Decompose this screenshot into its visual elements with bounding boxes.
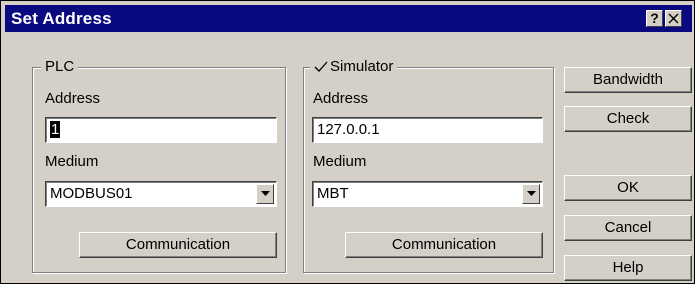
help-title-button[interactable]: ? <box>646 10 663 27</box>
simulator-address-input[interactable]: 127.0.0.1 <box>312 117 543 143</box>
plc-medium-dropdown-button[interactable] <box>256 184 274 204</box>
plc-address-value: 1 <box>50 121 61 138</box>
simulator-group-legend[interactable]: Simulator <box>310 58 398 76</box>
check-icon <box>314 61 328 72</box>
bandwidth-button[interactable]: Bandwidth <box>564 67 692 93</box>
simulator-medium-dropdown-button[interactable] <box>522 184 540 204</box>
chevron-down-icon <box>261 191 270 196</box>
window-title: Set Address <box>11 9 112 28</box>
plc-medium-value: MODBUS01 <box>50 185 133 202</box>
plc-address-label: Address <box>45 90 101 107</box>
cancel-button[interactable]: Cancel <box>564 215 692 241</box>
simulator-communication-button[interactable]: Communication <box>345 232 543 258</box>
close-icon <box>668 13 679 24</box>
simulator-medium-select[interactable]: MBT <box>312 181 543 207</box>
chevron-down-icon <box>527 191 536 196</box>
title-bar[interactable]: Set Address ? <box>5 5 692 32</box>
help-button[interactable]: Help <box>564 255 692 281</box>
plc-address-input[interactable]: 1 <box>45 117 277 143</box>
plc-group-legend: PLC <box>41 58 79 76</box>
close-button[interactable] <box>665 10 682 27</box>
simulator-address-label: Address <box>313 90 369 107</box>
simulator-medium-value: MBT <box>317 185 349 202</box>
ok-button[interactable]: OK <box>564 175 692 201</box>
simulator-medium-label: Medium <box>313 153 367 170</box>
plc-medium-label: Medium <box>45 153 99 170</box>
set-address-dialog: Set Address ? PLC Address 1 Medium MODBU… <box>0 0 695 284</box>
plc-medium-select[interactable]: MODBUS01 <box>45 181 277 207</box>
simulator-legend-label: Simulator <box>330 58 394 75</box>
check-button[interactable]: Check <box>564 106 692 132</box>
simulator-address-value: 127.0.0.1 <box>317 121 380 138</box>
plc-communication-button[interactable]: Communication <box>79 232 277 258</box>
